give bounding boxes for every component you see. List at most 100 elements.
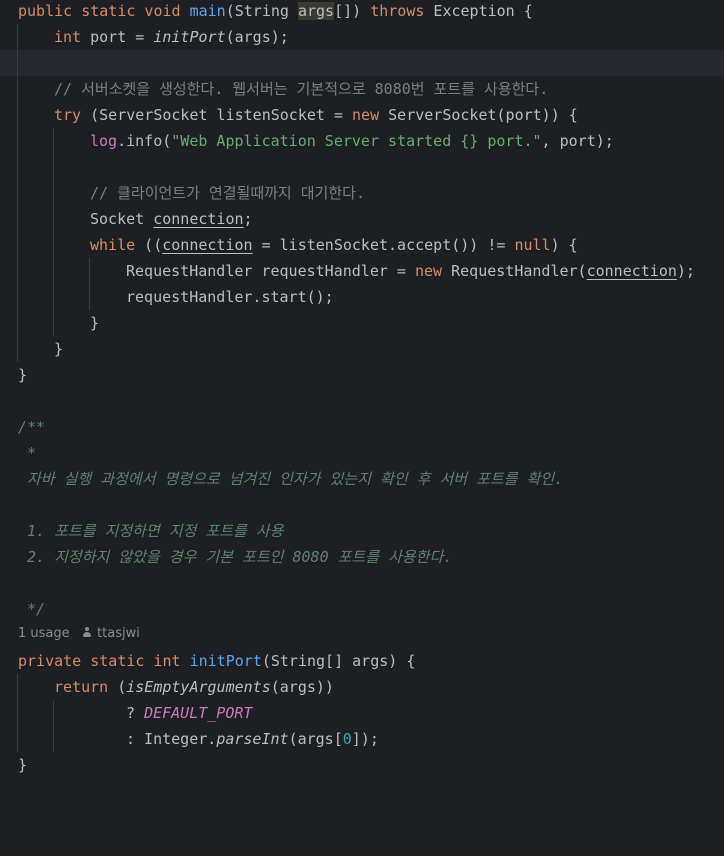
indent-guide [17, 206, 18, 232]
person-icon [82, 627, 92, 638]
code-line[interactable]: } [0, 310, 724, 336]
indent-guide [89, 284, 90, 310]
code-line[interactable]: private static int initPort(String[] arg… [0, 648, 724, 674]
code-line[interactable]: ? DEFAULT_PORT [0, 700, 724, 726]
code-line[interactable]: } [0, 362, 724, 388]
highlighted-identifier[interactable]: args [297, 2, 335, 20]
code-line[interactable]: while ((connection = listenSocket.accept… [0, 232, 724, 258]
indent-guide [53, 726, 54, 752]
indent-guide [17, 180, 18, 206]
doc-comment-line[interactable]: 2. 지정하지 않았을 경우 기본 포트인 8080 포트를 사용한다. [0, 544, 724, 570]
code-text: ( [108, 678, 127, 696]
code-line[interactable]: log.info("Web Application Server started… [0, 128, 724, 154]
keyword: while [90, 236, 136, 254]
keyword: public static void [18, 2, 190, 20]
indent-guide [53, 154, 54, 180]
indent-guide [53, 206, 54, 232]
indent-guide [17, 336, 18, 362]
code-line[interactable] [0, 154, 724, 180]
code-text: (args); [225, 28, 289, 46]
code-line[interactable]: // 서버소켓을 생성한다. 웹서버는 기본적으로 8080번 포트를 사용한다… [0, 76, 724, 102]
code-text: Exception { [424, 2, 533, 20]
code-text: ; [243, 210, 253, 228]
closing-brace: } [18, 366, 28, 384]
variable-name[interactable]: connection [153, 210, 243, 228]
code-text: ServerSocket(port)) { [379, 106, 578, 124]
code-text: (String[] args) { [261, 652, 416, 670]
method-name[interactable]: initPort [190, 652, 262, 670]
code-text: []) [334, 2, 371, 20]
code-text: RequestHandler requestHandler = [126, 262, 415, 280]
current-line[interactable] [0, 50, 724, 76]
code-text: (String [225, 2, 298, 20]
code-text: ? [126, 704, 145, 722]
doc-comment-line[interactable]: 자바 실행 과정에서 명령으로 넘겨진 인자가 있는지 확인 후 서버 포트를 … [0, 466, 724, 492]
keyword: new [414, 262, 443, 280]
indent-guide [17, 128, 18, 154]
doc-comment: * [18, 444, 37, 462]
code-text: ) { [550, 236, 578, 254]
keyword: return [54, 678, 109, 696]
doc-comment-line[interactable]: 1. 포트를 지정하면 지정 포트를 사용 [0, 518, 724, 544]
code-line[interactable]: public static void main(String args[]) t… [0, 0, 724, 24]
code-line[interactable]: try (ServerSocket listenSocket = new Ser… [0, 102, 724, 128]
variable-name[interactable]: connection [587, 262, 677, 280]
indent-guide [17, 154, 18, 180]
indent-guide [53, 310, 54, 336]
indent-guide [17, 102, 18, 128]
method-call[interactable]: parseInt [216, 730, 288, 748]
constant-reference[interactable]: DEFAULT_PORT [144, 704, 252, 722]
doc-comment: /** [18, 418, 46, 436]
keyword: try [54, 106, 82, 124]
code-line[interactable]: } [0, 752, 724, 778]
indent-guide [53, 258, 54, 284]
doc-comment-line[interactable]: */ [0, 596, 724, 622]
code-line[interactable]: return (isEmptyArguments(args)) [0, 674, 724, 700]
usage-count-link[interactable]: 1 usage [18, 626, 70, 641]
indent-guide [17, 258, 18, 284]
doc-comment-line[interactable]: /** [0, 414, 724, 440]
doc-comment: */ [18, 600, 46, 618]
code-line[interactable]: // 클라이언트가 연결될때까지 대기한다. [0, 180, 724, 206]
author-hint[interactable]: ttasjwi [82, 626, 140, 641]
code-line[interactable]: Socket connection; [0, 206, 724, 232]
indent-guide [17, 76, 18, 102]
line-comment: // 서버소켓을 생성한다. 웹서버는 기본적으로 8080번 포트를 사용한다… [54, 80, 549, 98]
indent-guide [17, 310, 18, 336]
closing-brace: } [54, 340, 64, 358]
field-reference[interactable]: log [90, 132, 117, 150]
code-line[interactable]: int port = initPort(args); [0, 24, 724, 50]
code-text: (ServerSocket listenSocket = [81, 106, 353, 124]
doc-comment: 2. 지정하지 않았을 경우 기본 포트인 8080 포트를 사용한다. [18, 548, 453, 566]
indent-guide [53, 284, 54, 310]
method-call[interactable]: isEmptyArguments [126, 678, 271, 696]
code-text: (args)) [270, 678, 334, 696]
keyword: private static int [18, 652, 190, 670]
string-literal: "Web Application Server started {} port.… [171, 132, 542, 150]
code-line[interactable]: } [0, 336, 724, 362]
indent-guide [89, 258, 90, 284]
code-line[interactable]: : Integer.parseInt(args[0]); [0, 726, 724, 752]
method-call[interactable]: initPort [153, 28, 225, 46]
variable-name[interactable]: connection [162, 236, 252, 254]
code-text: (( [135, 236, 163, 254]
keyword: new [352, 106, 380, 124]
indent-guide [53, 128, 54, 154]
closing-brace: } [90, 314, 100, 332]
code-text: .info( [117, 132, 172, 150]
code-text: port = [81, 28, 154, 46]
code-text: requestHandler.start(); [126, 288, 334, 306]
code-text: : Integer. [126, 730, 217, 748]
method-name[interactable]: main [190, 2, 226, 20]
doc-comment-line[interactable]: * [0, 440, 724, 466]
indent-guide [17, 232, 18, 258]
doc-comment: 자바 실행 과정에서 명령으로 넘겨진 인자가 있는지 확인 후 서버 포트를 … [18, 470, 564, 488]
code-line[interactable]: requestHandler.start(); [0, 284, 724, 310]
keyword: throws [370, 2, 425, 20]
keyword: null [514, 236, 551, 254]
author-name: ttasjwi [97, 626, 140, 641]
closing-brace: } [18, 756, 28, 774]
code-line[interactable]: RequestHandler requestHandler = new Requ… [0, 258, 724, 284]
code-text: , port); [541, 132, 614, 150]
code-editor[interactable]: public static void main(String args[]) t… [0, 0, 724, 789]
